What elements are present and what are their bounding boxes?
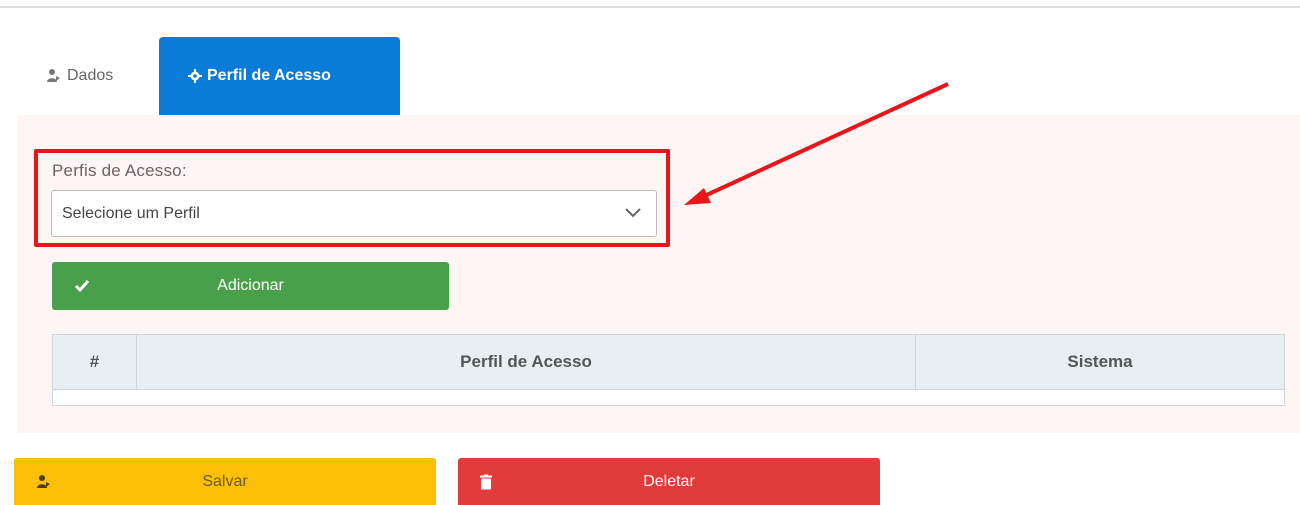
- add-button-label: Adicionar: [217, 277, 284, 294]
- trash-icon: [480, 474, 492, 489]
- delete-button-label: Deletar: [643, 472, 695, 490]
- delete-button[interactable]: Deletar: [458, 458, 880, 505]
- column-header-number: #: [53, 335, 137, 389]
- column-header-sistema: Sistema: [1067, 352, 1133, 371]
- profiles-table: # Perfil de Acesso Sistema: [52, 334, 1285, 406]
- add-button[interactable]: Adicionar: [52, 262, 449, 310]
- annotation-arrow: [684, 82, 949, 205]
- user-icon: [36, 474, 52, 490]
- table-header: # Perfil de Acesso Sistema: [53, 335, 1284, 390]
- save-button[interactable]: Salvar: [14, 458, 436, 505]
- column-header-perfil: Perfil de Acesso: [137, 335, 916, 389]
- save-button-label: Salvar: [202, 472, 248, 490]
- check-icon: [74, 279, 90, 293]
